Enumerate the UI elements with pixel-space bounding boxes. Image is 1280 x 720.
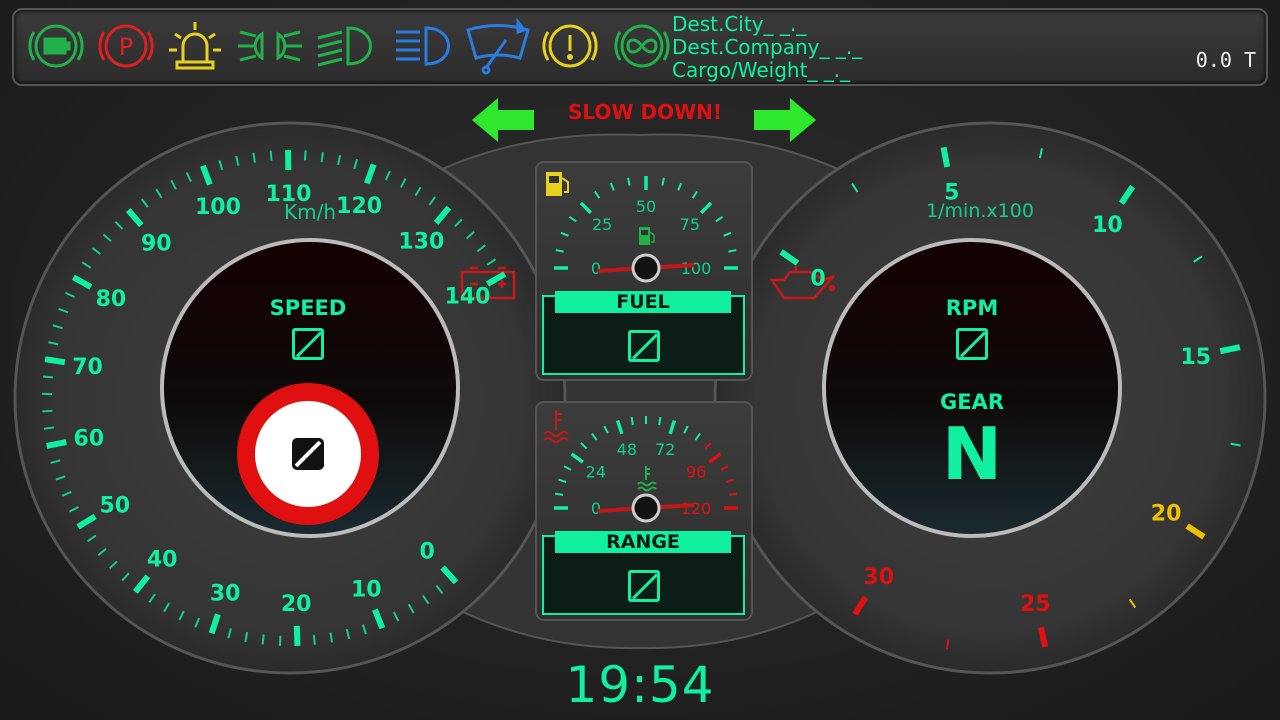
speed-minor-tick	[42, 409, 53, 413]
speed-tick-label: 70	[72, 355, 103, 380]
speed-tick-label: 30	[210, 581, 241, 606]
left-turn-arrow	[472, 98, 534, 142]
speed-title: SPEED	[269, 296, 347, 320]
speed-minor-tick	[42, 375, 53, 379]
range-tick-label: 0	[591, 499, 601, 518]
speed-minor-tick	[261, 634, 265, 645]
rpm-unit-label: 1/min.x100	[926, 200, 1034, 222]
range-tick-label: 24	[586, 463, 606, 482]
rpm-tick-label: 0	[810, 267, 825, 292]
range-needle-hub	[631, 493, 661, 523]
fuel-title: FUEL	[555, 291, 731, 313]
speed-minor-tick	[312, 634, 316, 645]
rpm-major-tick	[1037, 626, 1049, 648]
range-tick-label: 96	[686, 463, 706, 482]
speed-tick-label: 20	[281, 592, 312, 617]
range-title: RANGE	[555, 531, 731, 553]
speed-tick-label: 90	[141, 232, 172, 257]
range-tick-label: 120	[681, 499, 712, 518]
speed-tick-label: 60	[74, 427, 105, 452]
rpm-tick-label: 20	[1151, 501, 1182, 526]
fuel-tick-label: 25	[592, 215, 612, 234]
rpm-value: 0	[952, 328, 992, 364]
speed-tick-label: 140	[445, 285, 491, 310]
clock-display: 19:54	[565, 656, 715, 714]
speed-major-tick	[44, 356, 66, 366]
range-tick-label: 48	[617, 440, 637, 459]
speed-tick-label: 130	[398, 230, 444, 255]
fuel-tick-label: 0	[591, 259, 601, 278]
fuel-tick-label: 50	[636, 197, 656, 216]
speed-minor-tick	[269, 150, 273, 161]
range-value: 0	[544, 566, 744, 612]
gear-title: GEAR	[939, 390, 1004, 414]
range-tick-label: 72	[655, 440, 675, 459]
speed-major-tick	[46, 439, 67, 449]
rpm-title: RPM	[945, 296, 999, 320]
rpm-tick-label: 30	[863, 565, 894, 590]
range-tick	[554, 492, 564, 496]
rpm-tick-label: 25	[1020, 592, 1051, 617]
rpm-tick-label: 15	[1180, 345, 1211, 370]
range-tick	[658, 416, 662, 426]
range-tick	[630, 416, 634, 426]
speed-tick-label: 50	[99, 493, 130, 518]
speed-limit-sign	[237, 383, 379, 525]
right-turn-arrow	[754, 98, 816, 142]
slow-down-alert: SLOW DOWN!	[568, 100, 722, 124]
speed-tick-label: 0	[420, 539, 435, 564]
speed-value: 0	[288, 328, 328, 364]
rpm-major-tick	[940, 146, 951, 168]
speed-major-tick	[293, 625, 301, 646]
fuel-value: 0	[544, 326, 744, 372]
gear-value: N	[941, 412, 1003, 496]
speed-minor-tick	[320, 152, 324, 163]
speed-tick-label: 80	[96, 287, 127, 312]
rpm-major-tick	[1219, 344, 1241, 355]
speed-minor-tick	[43, 426, 54, 430]
fuel-needle-hub	[631, 253, 661, 283]
fuel-tick-label: 100	[681, 259, 712, 278]
speed-tick-label: 10	[351, 577, 382, 602]
speed-tick-label: 100	[195, 195, 241, 220]
range-tick	[728, 492, 738, 496]
speed-minor-tick	[303, 150, 307, 161]
rpm-tick-label: 10	[1092, 213, 1123, 238]
speed-unit-label: Km/h	[283, 200, 336, 224]
fuel-tick-label: 75	[680, 215, 700, 234]
speed-tick-label: 40	[147, 547, 178, 572]
